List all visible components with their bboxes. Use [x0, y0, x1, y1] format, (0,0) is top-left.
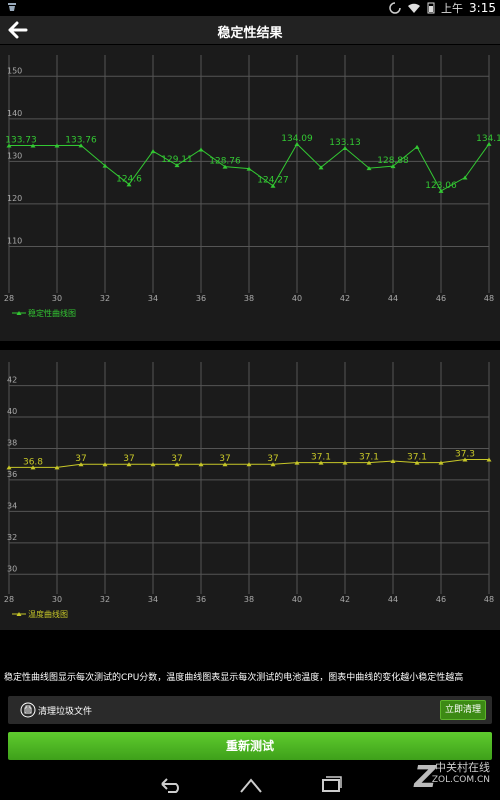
- data-point: [150, 149, 156, 154]
- y-tick-label: 38: [7, 438, 17, 447]
- page-title: 稳定性结果: [217, 26, 283, 41]
- watermark: 中关村在线 ZOL.COM.CN: [432, 762, 490, 786]
- data-label: 37: [171, 454, 182, 464]
- notification-icon: [8, 3, 16, 11]
- data-label: 123.06: [425, 181, 457, 191]
- temperature-chart: 28 30 32 34 36 38 40 42 44 46 48 30 32 34 36 38 40 42 36.8…: [4, 362, 494, 619]
- y-tick-label: 140: [7, 109, 22, 118]
- data-label: 129.11: [161, 155, 193, 165]
- x-tick-label: 46: [436, 595, 446, 604]
- data-label: 37.3: [455, 449, 475, 459]
- x-tick-label: 34: [148, 595, 158, 604]
- y-tick-label: 110: [7, 236, 22, 245]
- x-tick-label: 28: [4, 595, 14, 604]
- watermark-line1: 中关村在线: [435, 761, 490, 774]
- data-point: [462, 175, 468, 180]
- y-tick-label: 32: [7, 533, 17, 542]
- x-tick-label: 34: [148, 294, 158, 303]
- legend-label: 温度曲线图: [28, 609, 68, 619]
- trash-icon: [20, 702, 36, 718]
- home-nav-icon[interactable]: [238, 774, 264, 794]
- data-label: 128.88: [377, 156, 409, 166]
- x-tick-label: 44: [388, 294, 398, 303]
- data-label: 134.09: [281, 134, 313, 144]
- y-tick-label: 34: [7, 501, 17, 510]
- data-point: [198, 147, 204, 152]
- y-tick-label: 120: [7, 194, 22, 203]
- x-tick-label: 28: [4, 294, 14, 303]
- status-bar: 上午 3:15: [0, 0, 500, 16]
- clean-now-button[interactable]: 立即清理: [440, 700, 486, 720]
- data-label: 37: [123, 454, 134, 464]
- data-label: 37.1: [407, 453, 427, 463]
- data-label: 37.1: [359, 453, 379, 463]
- legend-label: 稳定性曲线图: [28, 308, 76, 318]
- x-tick-label: 30: [52, 294, 62, 303]
- data-label: 37.1: [311, 453, 331, 463]
- recent-apps-icon[interactable]: [318, 774, 344, 794]
- temperature-chart-panel: 28 30 32 34 36 38 40 42 44 46 48 30 32 34 36 38 40 42 36.8…: [0, 350, 500, 630]
- data-point: [414, 144, 420, 149]
- x-tick-label: 44: [388, 595, 398, 604]
- y-tick-label: 36: [7, 470, 17, 479]
- data-label: 37: [267, 454, 278, 464]
- data-label: 36.8: [23, 457, 43, 467]
- x-tick-label: 48: [484, 294, 494, 303]
- status-ampm: 上午: [441, 2, 464, 15]
- data-label: 134.1: [476, 134, 500, 144]
- x-tick-label: 40: [292, 595, 302, 604]
- clean-junk-label: 清理垃圾文件: [38, 707, 93, 717]
- header-bar: 稳定性结果: [0, 16, 500, 45]
- back-nav-icon[interactable]: [158, 774, 184, 794]
- x-tick-label: 32: [100, 595, 110, 604]
- data-label: 133.13: [329, 138, 361, 148]
- y-tick-label: 30: [7, 564, 17, 573]
- y-tick-label: 40: [7, 407, 17, 416]
- data-label: 124.6: [116, 174, 142, 184]
- x-tick-label: 48: [484, 595, 494, 604]
- data-label: 128.76: [209, 157, 241, 167]
- battery-icon: [427, 2, 435, 14]
- stability-chart-panel: 28 30 32 34 36 38 40 42 44 46 48 110 120 130 140 150 133…: [0, 45, 500, 341]
- data-label: 37: [219, 454, 230, 464]
- x-tick-label: 36: [196, 294, 206, 303]
- x-tick-label: 42: [340, 294, 350, 303]
- x-tick-label: 30: [52, 595, 62, 604]
- info-text: 稳定性曲线图显示每次测试的CPU分数，温度曲线图表显示每次测试的电池温度，图表中…: [4, 673, 464, 683]
- x-tick-label: 38: [244, 595, 254, 604]
- wifi-icon: [408, 3, 421, 13]
- rotate-icon: [389, 2, 401, 14]
- retest-button[interactable]: 重新测试: [8, 732, 492, 760]
- clean-junk-bar: 清理垃圾文件 立即清理: [8, 696, 492, 724]
- stability-chart: 28 30 32 34 36 38 40 42 44 46 48 110 120 130 140 150 133…: [4, 55, 500, 318]
- data-label: 133.76: [65, 135, 97, 145]
- data-label: 124.27: [257, 176, 289, 186]
- x-tick-label: 46: [436, 294, 446, 303]
- y-tick-label: 42: [7, 376, 17, 385]
- y-tick-label: 130: [7, 151, 22, 160]
- x-tick-label: 32: [100, 294, 110, 303]
- data-label: 37: [75, 454, 86, 464]
- x-tick-label: 36: [196, 595, 206, 604]
- watermark-line2: ZOL.COM.CN: [431, 775, 490, 785]
- x-tick-label: 40: [292, 294, 302, 303]
- data-label: 133.73: [5, 135, 37, 145]
- y-tick-label: 150: [7, 66, 22, 75]
- x-tick-label: 38: [244, 294, 254, 303]
- status-time: 3:15: [469, 1, 496, 15]
- x-tick-label: 42: [340, 595, 350, 604]
